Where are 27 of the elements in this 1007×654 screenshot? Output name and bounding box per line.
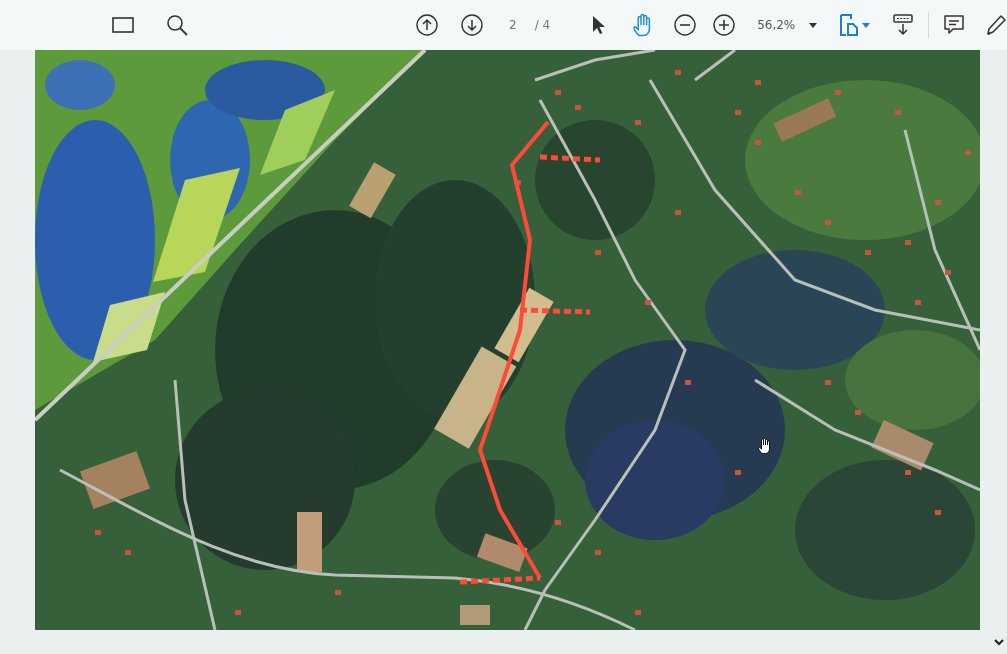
parcel-marker-line [519, 307, 591, 315]
search-icon[interactable] [166, 14, 188, 36]
select-tool-button[interactable] [592, 15, 607, 35]
page-count: / 4 [534, 18, 551, 32]
caret-icon [862, 22, 871, 28]
box-arrow-down-icon [892, 13, 915, 37]
caret-icon [809, 22, 818, 28]
comment-icon [943, 14, 965, 36]
previous-page-button[interactable] [416, 14, 438, 36]
download-button[interactable] [892, 13, 915, 37]
zoom-in-button[interactable] [713, 14, 736, 36]
minus-icon [674, 14, 697, 36]
page-number-field[interactable]: 2 [509, 18, 517, 32]
page-icon[interactable] [112, 17, 134, 33]
chevron-down-icon[interactable] [994, 638, 1004, 646]
pen-icon [985, 14, 1007, 36]
draw-button[interactable] [985, 14, 1007, 36]
comment-button[interactable] [943, 14, 965, 36]
cursor-arrow-icon [592, 15, 607, 35]
hand-cursor-icon [758, 438, 772, 454]
page-fit-icon [839, 13, 860, 37]
zoom-out-button[interactable] [674, 14, 697, 36]
page-layout-button[interactable] [839, 13, 871, 37]
zoom-dropdown[interactable]: 56,2% [757, 19, 818, 31]
parcel-marker-line [539, 154, 601, 163]
next-page-button[interactable] [461, 14, 483, 36]
plus-icon [713, 14, 736, 36]
